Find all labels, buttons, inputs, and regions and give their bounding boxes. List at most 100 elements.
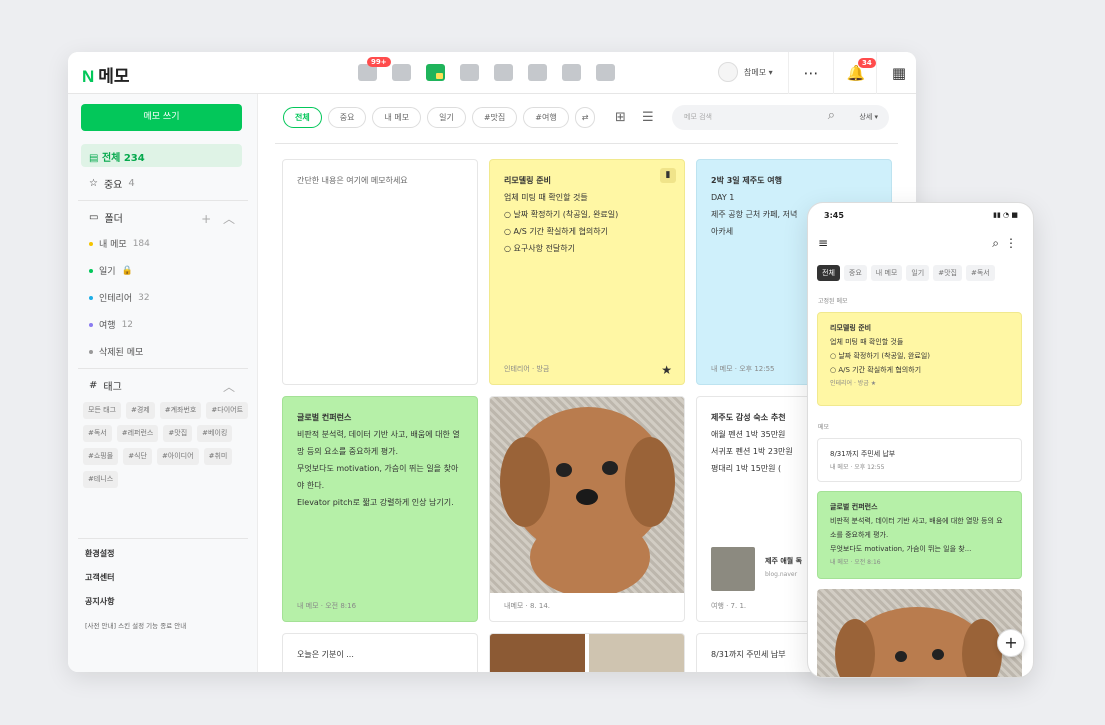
- more-icon[interactable]: ⋮: [1005, 236, 1017, 250]
- tag-chip[interactable]: #쇼핑몰: [83, 448, 119, 465]
- pinned-label: 고정된 메모: [818, 298, 848, 305]
- search-input[interactable]: 메모 검색 ⌕ 상세 ▾: [672, 105, 889, 130]
- memo-card-food-photo[interactable]: [489, 633, 685, 672]
- folder-item[interactable]: 인테리어 32: [89, 291, 150, 304]
- memo-card-dog[interactable]: 내메모 · 8. 14.: [489, 396, 685, 622]
- swap-icon[interactable]: ⇄: [574, 107, 596, 128]
- naver-logo-icon: N: [82, 67, 95, 86]
- mybox-icon[interactable]: [494, 64, 513, 81]
- calendar-icon[interactable]: [392, 64, 411, 81]
- folder-item[interactable]: 여행 12: [89, 318, 133, 331]
- menu-icon[interactable]: ≡: [818, 236, 828, 250]
- folder-label: 일기: [99, 267, 116, 277]
- tag-collapse[interactable]: ︿: [223, 378, 239, 395]
- service-icons: 99+: [358, 57, 615, 81]
- chip-food[interactable]: #맛집: [471, 107, 518, 128]
- chip-my-memo[interactable]: 내 메모: [870, 265, 903, 281]
- tag-header[interactable]: # 태그: [89, 378, 122, 393]
- tag-chip[interactable]: #테니스: [83, 471, 119, 488]
- chip-food[interactable]: #맛집: [933, 265, 962, 281]
- list-view-icon[interactable]: ☰: [642, 110, 654, 125]
- chip-travel[interactable]: #여행: [523, 107, 569, 128]
- folder-label: 내 메모: [99, 240, 127, 250]
- search-icon[interactable]: ⌕: [992, 236, 999, 251]
- quick-memo-placeholder: 간단한 내용은 여기에 메모하세요: [297, 176, 408, 185]
- memo-line: 오늘은 기분이 ...: [297, 650, 354, 659]
- sidebar-item-all[interactable]: ▤ 전체 234: [81, 144, 242, 167]
- help-center-link[interactable]: 고객센터: [85, 572, 114, 583]
- tag-chip[interactable]: #아이디어: [156, 448, 199, 465]
- avatar: [718, 62, 738, 82]
- tag-chip[interactable]: #경제: [126, 402, 155, 419]
- tag-chip[interactable]: #계좌번호: [159, 402, 202, 419]
- checklist-item[interactable]: A/S 기간 확실하게 협의하기: [830, 363, 1009, 377]
- phone-filter-chips: 전체 중요 내 메모 일기 #맛집 #독서: [817, 265, 995, 281]
- notice-item[interactable]: [사전 안내] 스킨 설정 기능 종료 안내: [85, 620, 186, 630]
- checklist-item[interactable]: 날짜 확정하기 (착공일, 완료일): [830, 349, 1009, 363]
- grid-view-icon[interactable]: ⊞: [615, 110, 626, 125]
- phone-dog-photo[interactable]: [817, 589, 1022, 677]
- memo-title: 리모델링 준비: [830, 324, 872, 332]
- chip-my-memo[interactable]: 내 메모: [372, 107, 422, 128]
- folder-item-trash[interactable]: 삭제된 메모: [89, 345, 143, 358]
- folder-header[interactable]: ▭ 폴더: [89, 210, 123, 225]
- tag-chip[interactable]: #식단: [123, 448, 152, 465]
- tag-chip[interactable]: #베이킹: [197, 425, 233, 442]
- memo-card-mood[interactable]: 오늘은 기분이 ...: [282, 633, 478, 672]
- pin-icon[interactable]: ▮: [660, 168, 676, 183]
- phone-memo-remodel[interactable]: 리모델링 준비 업체 미팅 때 확인할 것들 날짜 확정하기 (착공일, 완료일…: [817, 312, 1022, 406]
- user-menu[interactable]: 참메모 ▾: [718, 62, 773, 82]
- write-memo-button[interactable]: 메모 쓰기: [81, 104, 242, 131]
- folder-count: 12: [121, 319, 134, 330]
- notice-link[interactable]: 공지사항: [85, 596, 114, 607]
- checklist-item[interactable]: 날짜 확정하기 (착공일, 완료일): [504, 206, 670, 223]
- memo-card-remodel[interactable]: ▮ 리모델링 준비 업체 미팅 때 확인할 것들 날짜 확정하기 (착공일, 완…: [489, 159, 685, 385]
- home-icon[interactable]: [562, 64, 581, 81]
- folder-add-collapse[interactable]: + ︿: [201, 210, 239, 227]
- star-icon[interactable]: ★: [661, 362, 672, 379]
- add-memo-button[interactable]: +: [997, 629, 1025, 657]
- tag-chip[interactable]: #레퍼런스: [116, 425, 159, 442]
- link-url: blog.naver: [765, 571, 798, 578]
- detail-search-button[interactable]: 상세 ▾: [859, 112, 878, 122]
- app-grid-icon[interactable]: ▦: [876, 52, 916, 94]
- tag-chip[interactable]: #취미: [203, 448, 233, 465]
- checklist-item[interactable]: A/S 기간 확실하게 협의하기: [504, 223, 670, 240]
- keep-icon[interactable]: [528, 64, 547, 81]
- search-icon[interactable]: ⌕: [828, 108, 835, 123]
- bell-icon[interactable]: 🔔 34: [833, 52, 878, 94]
- memo-meta: 인테리어 · 방금 ★: [830, 380, 877, 387]
- memo-icon[interactable]: [426, 64, 445, 81]
- folder-count: 32: [138, 292, 150, 303]
- tag-chip[interactable]: #독서: [83, 425, 112, 442]
- settings-link[interactable]: 환경설정: [85, 548, 114, 559]
- chip-important[interactable]: 중요: [843, 265, 867, 281]
- phone-memo-resident[interactable]: 8/31까지 주민세 납부 내 메모 · 오후 12:55: [817, 438, 1022, 482]
- quick-memo-input[interactable]: 간단한 내용은 여기에 메모하세요: [282, 159, 478, 385]
- phone-memo-global[interactable]: 글로벌 컨퍼런스 비판적 분석력, 데이터 기반 사고, 배움에 대한 열망 등…: [817, 491, 1022, 579]
- tag-chip[interactable]: #다이어트: [206, 402, 249, 419]
- folder-item[interactable]: 일기 🔒: [89, 264, 133, 277]
- memo-card-global[interactable]: 글로벌 컨퍼런스 비판적 분석력, 데이터 기반 사고, 배움에 대한 열망 등…: [282, 396, 478, 622]
- divider: [78, 538, 248, 539]
- contacts-icon[interactable]: [460, 64, 479, 81]
- phone-mockup: 3:45 ▮▮ ◔ ■ ≡ ⌕ ⋮ 전체 중요 내 메모 일기 #맛집 #독서 …: [807, 202, 1034, 678]
- chip-diary[interactable]: 일기: [427, 107, 466, 128]
- chip-all[interactable]: 전체: [817, 265, 840, 281]
- tag-chip[interactable]: #맛집: [163, 425, 193, 442]
- chip-diary[interactable]: 일기: [906, 265, 930, 281]
- mail-icon[interactable]: 99+: [358, 57, 391, 81]
- memo-title: 8/31까지 주민세 납부: [830, 450, 896, 458]
- chip-important[interactable]: 중요: [327, 107, 367, 128]
- sidebar-item-important[interactable]: ☆ 중요 4: [89, 176, 135, 191]
- memo-title: 리모델링 준비: [504, 176, 551, 185]
- checklist-item[interactable]: 요구사항 전달하기: [504, 240, 670, 257]
- bookmark-icon[interactable]: [596, 64, 615, 81]
- chip-all[interactable]: 전체: [283, 107, 322, 128]
- app-logo[interactable]: N 메모: [82, 62, 130, 87]
- tag-chip[interactable]: 모든 태그: [83, 402, 121, 419]
- talk-icon[interactable]: ⋯: [788, 52, 833, 94]
- memo-body: 무엇보다도 motivation, 가슴이 뛰는 일을 찾아야 한다.: [297, 464, 459, 490]
- folder-item[interactable]: 내 메모 184: [89, 237, 150, 250]
- chip-reading[interactable]: #독서: [965, 265, 995, 281]
